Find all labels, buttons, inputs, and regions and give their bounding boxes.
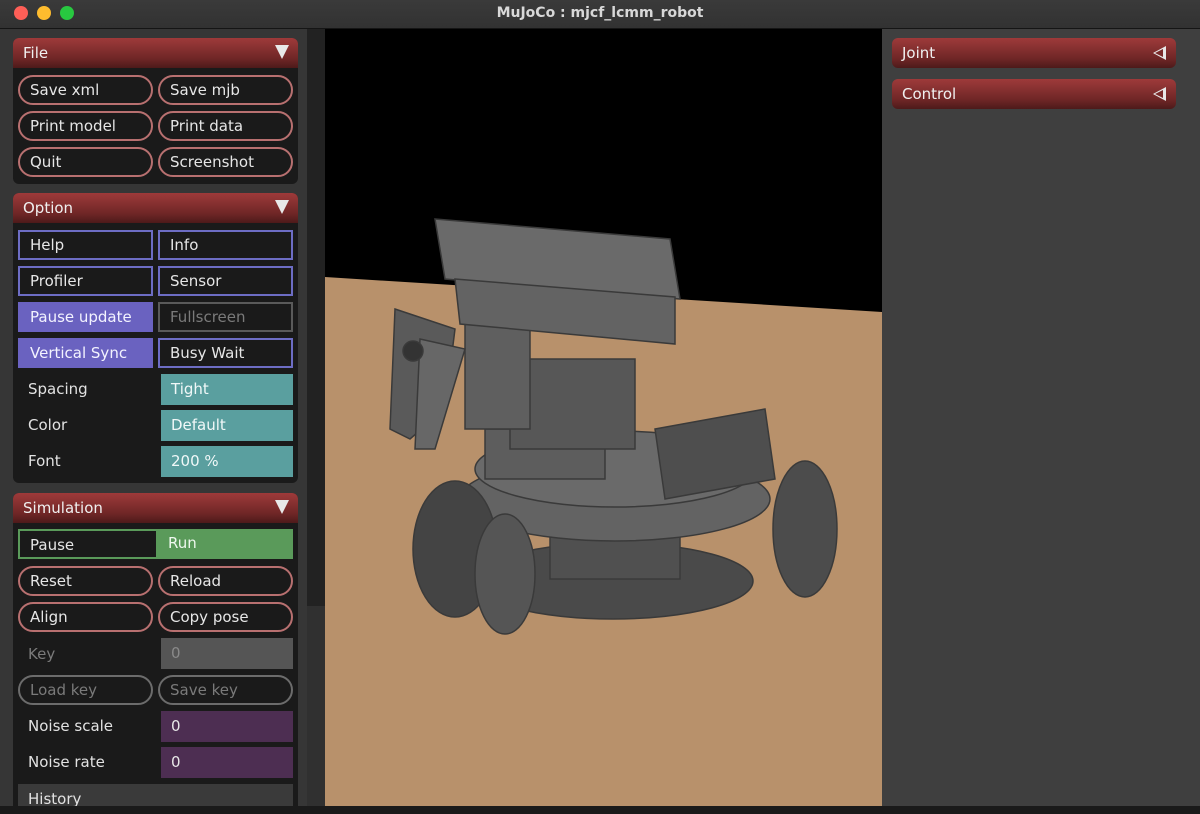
left-ui-panel: File Save xml Save mjb Print model Print…: [0, 29, 325, 806]
align-button[interactable]: Align: [18, 602, 153, 632]
3d-viewport[interactable]: [325, 29, 882, 806]
save-xml-button[interactable]: Save xml: [18, 75, 153, 105]
font-label: Font: [28, 452, 61, 470]
option-section: Option Help Info Profiler Sensor Pause u…: [13, 193, 298, 483]
option-section-header[interactable]: Option: [13, 193, 298, 223]
left-panel-scrollbar[interactable]: [307, 29, 325, 806]
info-toggle[interactable]: Info: [158, 230, 293, 260]
history-row[interactable]: History: [18, 784, 293, 806]
file-section: File Save xml Save mjb Print model Print…: [13, 38, 298, 184]
print-model-button[interactable]: Print model: [18, 111, 153, 141]
reset-button[interactable]: Reset: [18, 566, 153, 596]
history-label: History: [28, 790, 82, 806]
window-title: MuJoCo : mjcf_lcmm_robot: [496, 5, 704, 21]
joint-section-header[interactable]: Joint: [892, 38, 1176, 68]
fullscreen-toggle[interactable]: Fullscreen: [158, 302, 293, 332]
help-toggle[interactable]: Help: [18, 230, 153, 260]
run-radio[interactable]: Run: [158, 529, 293, 559]
control-section-header[interactable]: Control: [892, 79, 1176, 109]
save-key-button[interactable]: Save key: [158, 675, 293, 705]
control-section-title: Control: [902, 85, 957, 103]
copy-pose-button[interactable]: Copy pose: [158, 602, 293, 632]
print-data-button[interactable]: Print data: [158, 111, 293, 141]
vertical-sync-toggle[interactable]: Vertical Sync: [18, 338, 153, 368]
color-select[interactable]: Default: [161, 410, 293, 441]
busy-wait-toggle[interactable]: Busy Wait: [158, 338, 293, 368]
profiler-toggle[interactable]: Profiler: [18, 266, 153, 296]
font-select[interactable]: 200 %: [161, 446, 293, 477]
collapse-arrow-icon: [275, 200, 289, 214]
robot-scene: [325, 29, 882, 806]
key-slider[interactable]: 0: [161, 638, 293, 669]
file-section-header[interactable]: File: [13, 38, 298, 68]
window-bottom-edge: [0, 806, 1200, 814]
collapse-arrow-icon: [275, 45, 289, 59]
screenshot-button[interactable]: Screenshot: [158, 147, 293, 177]
noise-rate-slider[interactable]: 0: [161, 747, 293, 778]
right-ui-panel: Joint Control: [882, 29, 1200, 806]
color-label: Color: [28, 416, 68, 434]
save-mjb-button[interactable]: Save mjb: [158, 75, 293, 105]
quit-button[interactable]: Quit: [18, 147, 153, 177]
spacing-select[interactable]: Tight: [161, 374, 293, 405]
joint-section-title: Joint: [902, 44, 936, 62]
file-section-title: File: [23, 44, 49, 62]
scrollbar-thumb[interactable]: [307, 29, 325, 606]
option-section-title: Option: [23, 199, 74, 217]
collapse-arrow-icon: [275, 500, 289, 514]
expand-arrow-icon: [1153, 46, 1166, 60]
sensor-toggle[interactable]: Sensor: [158, 266, 293, 296]
simulation-section-header[interactable]: Simulation: [13, 493, 298, 523]
reload-button[interactable]: Reload: [158, 566, 293, 596]
simulation-section: Simulation Pause Run Reset Reload Align …: [13, 493, 298, 806]
expand-arrow-icon: [1153, 87, 1166, 101]
spacing-label: Spacing: [28, 380, 88, 398]
pause-radio[interactable]: Pause: [18, 529, 158, 559]
pause-update-toggle[interactable]: Pause update: [18, 302, 153, 332]
load-key-button[interactable]: Load key: [18, 675, 153, 705]
key-label: Key: [28, 645, 56, 663]
simulation-section-title: Simulation: [23, 499, 103, 517]
noise-rate-label: Noise rate: [28, 753, 105, 771]
noise-scale-label: Noise scale: [28, 717, 114, 735]
title-bar: MuJoCo : mjcf_lcmm_robot: [0, 0, 1200, 29]
noise-scale-slider[interactable]: 0: [161, 711, 293, 742]
